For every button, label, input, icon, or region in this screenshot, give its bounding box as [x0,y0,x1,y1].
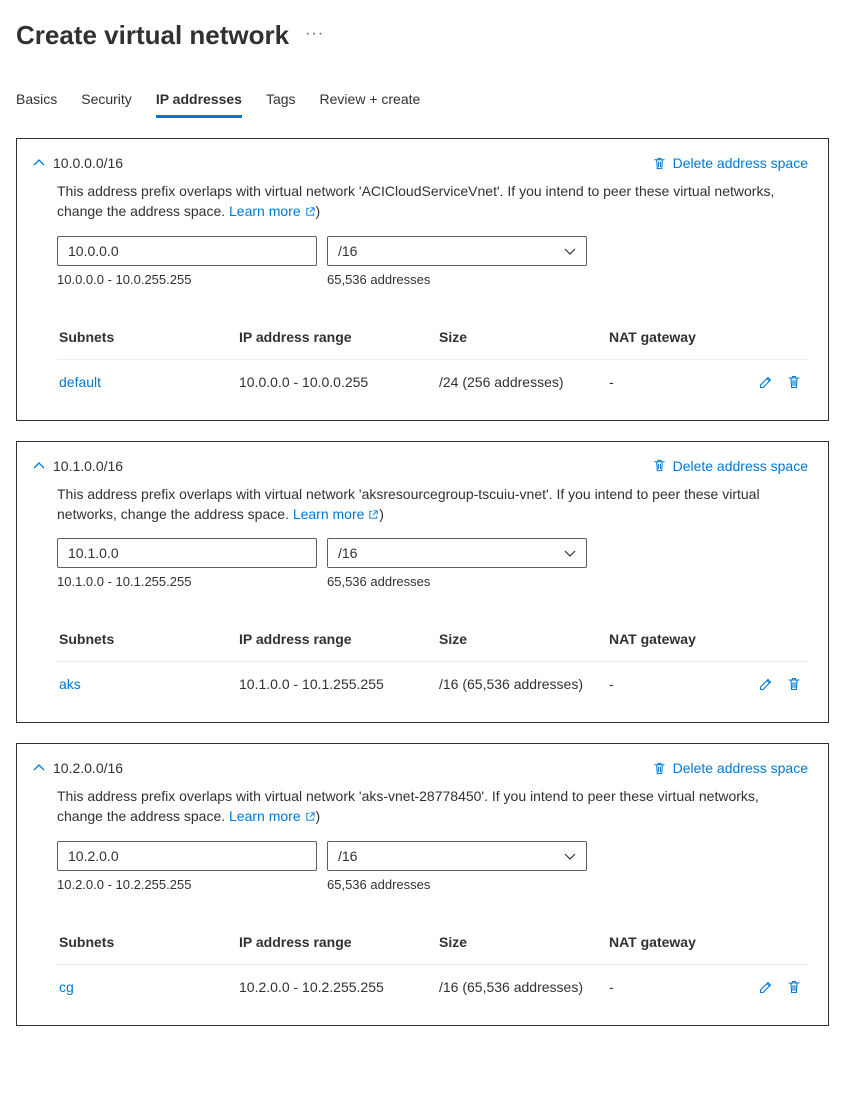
cidr-mask-select[interactable]: /16 [327,236,587,266]
address-range-text: 10.1.0.0 - 10.1.255.255 [57,574,327,589]
subnet-nat: - [609,374,758,390]
cidr-mask-select[interactable]: /16 [327,538,587,568]
subnets-header-row: Subnets IP address range Size NAT gatewa… [57,617,808,662]
col-header-range: IP address range [239,934,439,950]
subnet-name-link[interactable]: default [59,374,101,390]
subnets-table: Subnets IP address range Size NAT gatewa… [57,315,808,404]
delete-subnet-button[interactable] [786,676,802,692]
cidr-mask-value: /16 [338,243,357,259]
subnet-nat: - [609,676,758,692]
chevron-up-icon[interactable] [33,460,45,472]
subnets-header-row: Subnets IP address range Size NAT gatewa… [57,315,808,360]
cidr-mask-select[interactable]: /16 [327,841,587,871]
subnet-name-link[interactable]: cg [59,979,74,995]
address-space-card: 10.0.0.0/16 Delete address space This ad… [16,138,829,421]
address-prefix-input[interactable] [57,538,317,568]
address-space-cidr: 10.2.0.0/16 [53,760,123,776]
delete-address-space-label: Delete address space [673,155,808,171]
subnet-range: 10.2.0.0 - 10.2.255.255 [239,979,439,995]
chevron-down-icon [564,245,576,257]
subnet-row: default 10.0.0.0 - 10.0.0.255 /24 (256 a… [57,360,808,404]
delete-subnet-button[interactable] [786,374,802,390]
delete-address-space-label: Delete address space [673,760,808,776]
learn-more-link[interactable]: Learn more [293,506,379,522]
col-header-nat: NAT gateway [609,934,806,950]
chevron-up-icon[interactable] [33,762,45,774]
chevron-up-icon[interactable] [33,157,45,169]
address-prefix-input[interactable] [57,236,317,266]
subnets-table: Subnets IP address range Size NAT gatewa… [57,617,808,706]
address-count-text: 65,536 addresses [327,574,430,589]
col-header-range: IP address range [239,631,439,647]
chevron-down-icon [564,547,576,559]
delete-address-space-button[interactable]: Delete address space [652,458,808,474]
address-space-card: 10.2.0.0/16 Delete address space This ad… [16,743,829,1026]
edit-subnet-button[interactable] [758,374,774,390]
delete-address-space-button[interactable]: Delete address space [652,155,808,171]
col-header-size: Size [439,631,609,647]
col-header-size: Size [439,934,609,950]
tab-review-create[interactable]: Review + create [320,83,421,118]
trash-icon [652,156,667,171]
learn-more-link[interactable]: Learn more [229,808,315,824]
page-title: Create virtual network [16,20,289,51]
subnet-name-link[interactable]: aks [59,676,81,692]
trash-icon [652,761,667,776]
overlap-warning: This address prefix overlaps with virtua… [57,484,808,525]
edit-subnet-button[interactable] [758,676,774,692]
tab-ip-addresses[interactable]: IP addresses [156,83,242,118]
tab-tags[interactable]: Tags [266,83,296,118]
subnet-size: /16 (65,536 addresses) [439,979,609,995]
subnets-table: Subnets IP address range Size NAT gatewa… [57,920,808,1009]
delete-address-space-label: Delete address space [673,458,808,474]
subnets-header-row: Subnets IP address range Size NAT gatewa… [57,920,808,965]
address-prefix-input[interactable] [57,841,317,871]
cidr-mask-value: /16 [338,545,357,561]
subnet-size: /16 (65,536 addresses) [439,676,609,692]
chevron-down-icon [564,850,576,862]
trash-icon [652,458,667,473]
edit-subnet-button[interactable] [758,979,774,995]
subnet-size: /24 (256 addresses) [439,374,609,390]
tab-security[interactable]: Security [81,83,132,118]
address-space-card: 10.1.0.0/16 Delete address space This ad… [16,441,829,724]
col-header-nat: NAT gateway [609,329,806,345]
address-range-text: 10.2.0.0 - 10.2.255.255 [57,877,327,892]
learn-more-link[interactable]: Learn more [229,203,315,219]
address-space-cidr: 10.1.0.0/16 [53,458,123,474]
col-header-nat: NAT gateway [609,631,806,647]
col-header-subnets: Subnets [59,631,239,647]
delete-address-space-button[interactable]: Delete address space [652,760,808,776]
subnet-nat: - [609,979,758,995]
delete-subnet-button[interactable] [786,979,802,995]
subnet-range: 10.0.0.0 - 10.0.0.255 [239,374,439,390]
col-header-subnets: Subnets [59,934,239,950]
address-count-text: 65,536 addresses [327,877,430,892]
address-space-cidr: 10.0.0.0/16 [53,155,123,171]
cidr-mask-value: /16 [338,848,357,864]
overlap-warning: This address prefix overlaps with virtua… [57,786,808,827]
subnet-range: 10.1.0.0 - 10.1.255.255 [239,676,439,692]
subnet-row: cg 10.2.0.0 - 10.2.255.255 /16 (65,536 a… [57,965,808,1009]
col-header-range: IP address range [239,329,439,345]
tab-bar: Basics Security IP addresses Tags Review… [16,83,829,118]
col-header-size: Size [439,329,609,345]
subnet-row: aks 10.1.0.0 - 10.1.255.255 /16 (65,536 … [57,662,808,706]
overlap-warning: This address prefix overlaps with virtua… [57,181,808,222]
address-range-text: 10.0.0.0 - 10.0.255.255 [57,272,327,287]
more-icon[interactable]: ··· [305,25,324,47]
tab-basics[interactable]: Basics [16,83,57,118]
col-header-subnets: Subnets [59,329,239,345]
address-count-text: 65,536 addresses [327,272,430,287]
